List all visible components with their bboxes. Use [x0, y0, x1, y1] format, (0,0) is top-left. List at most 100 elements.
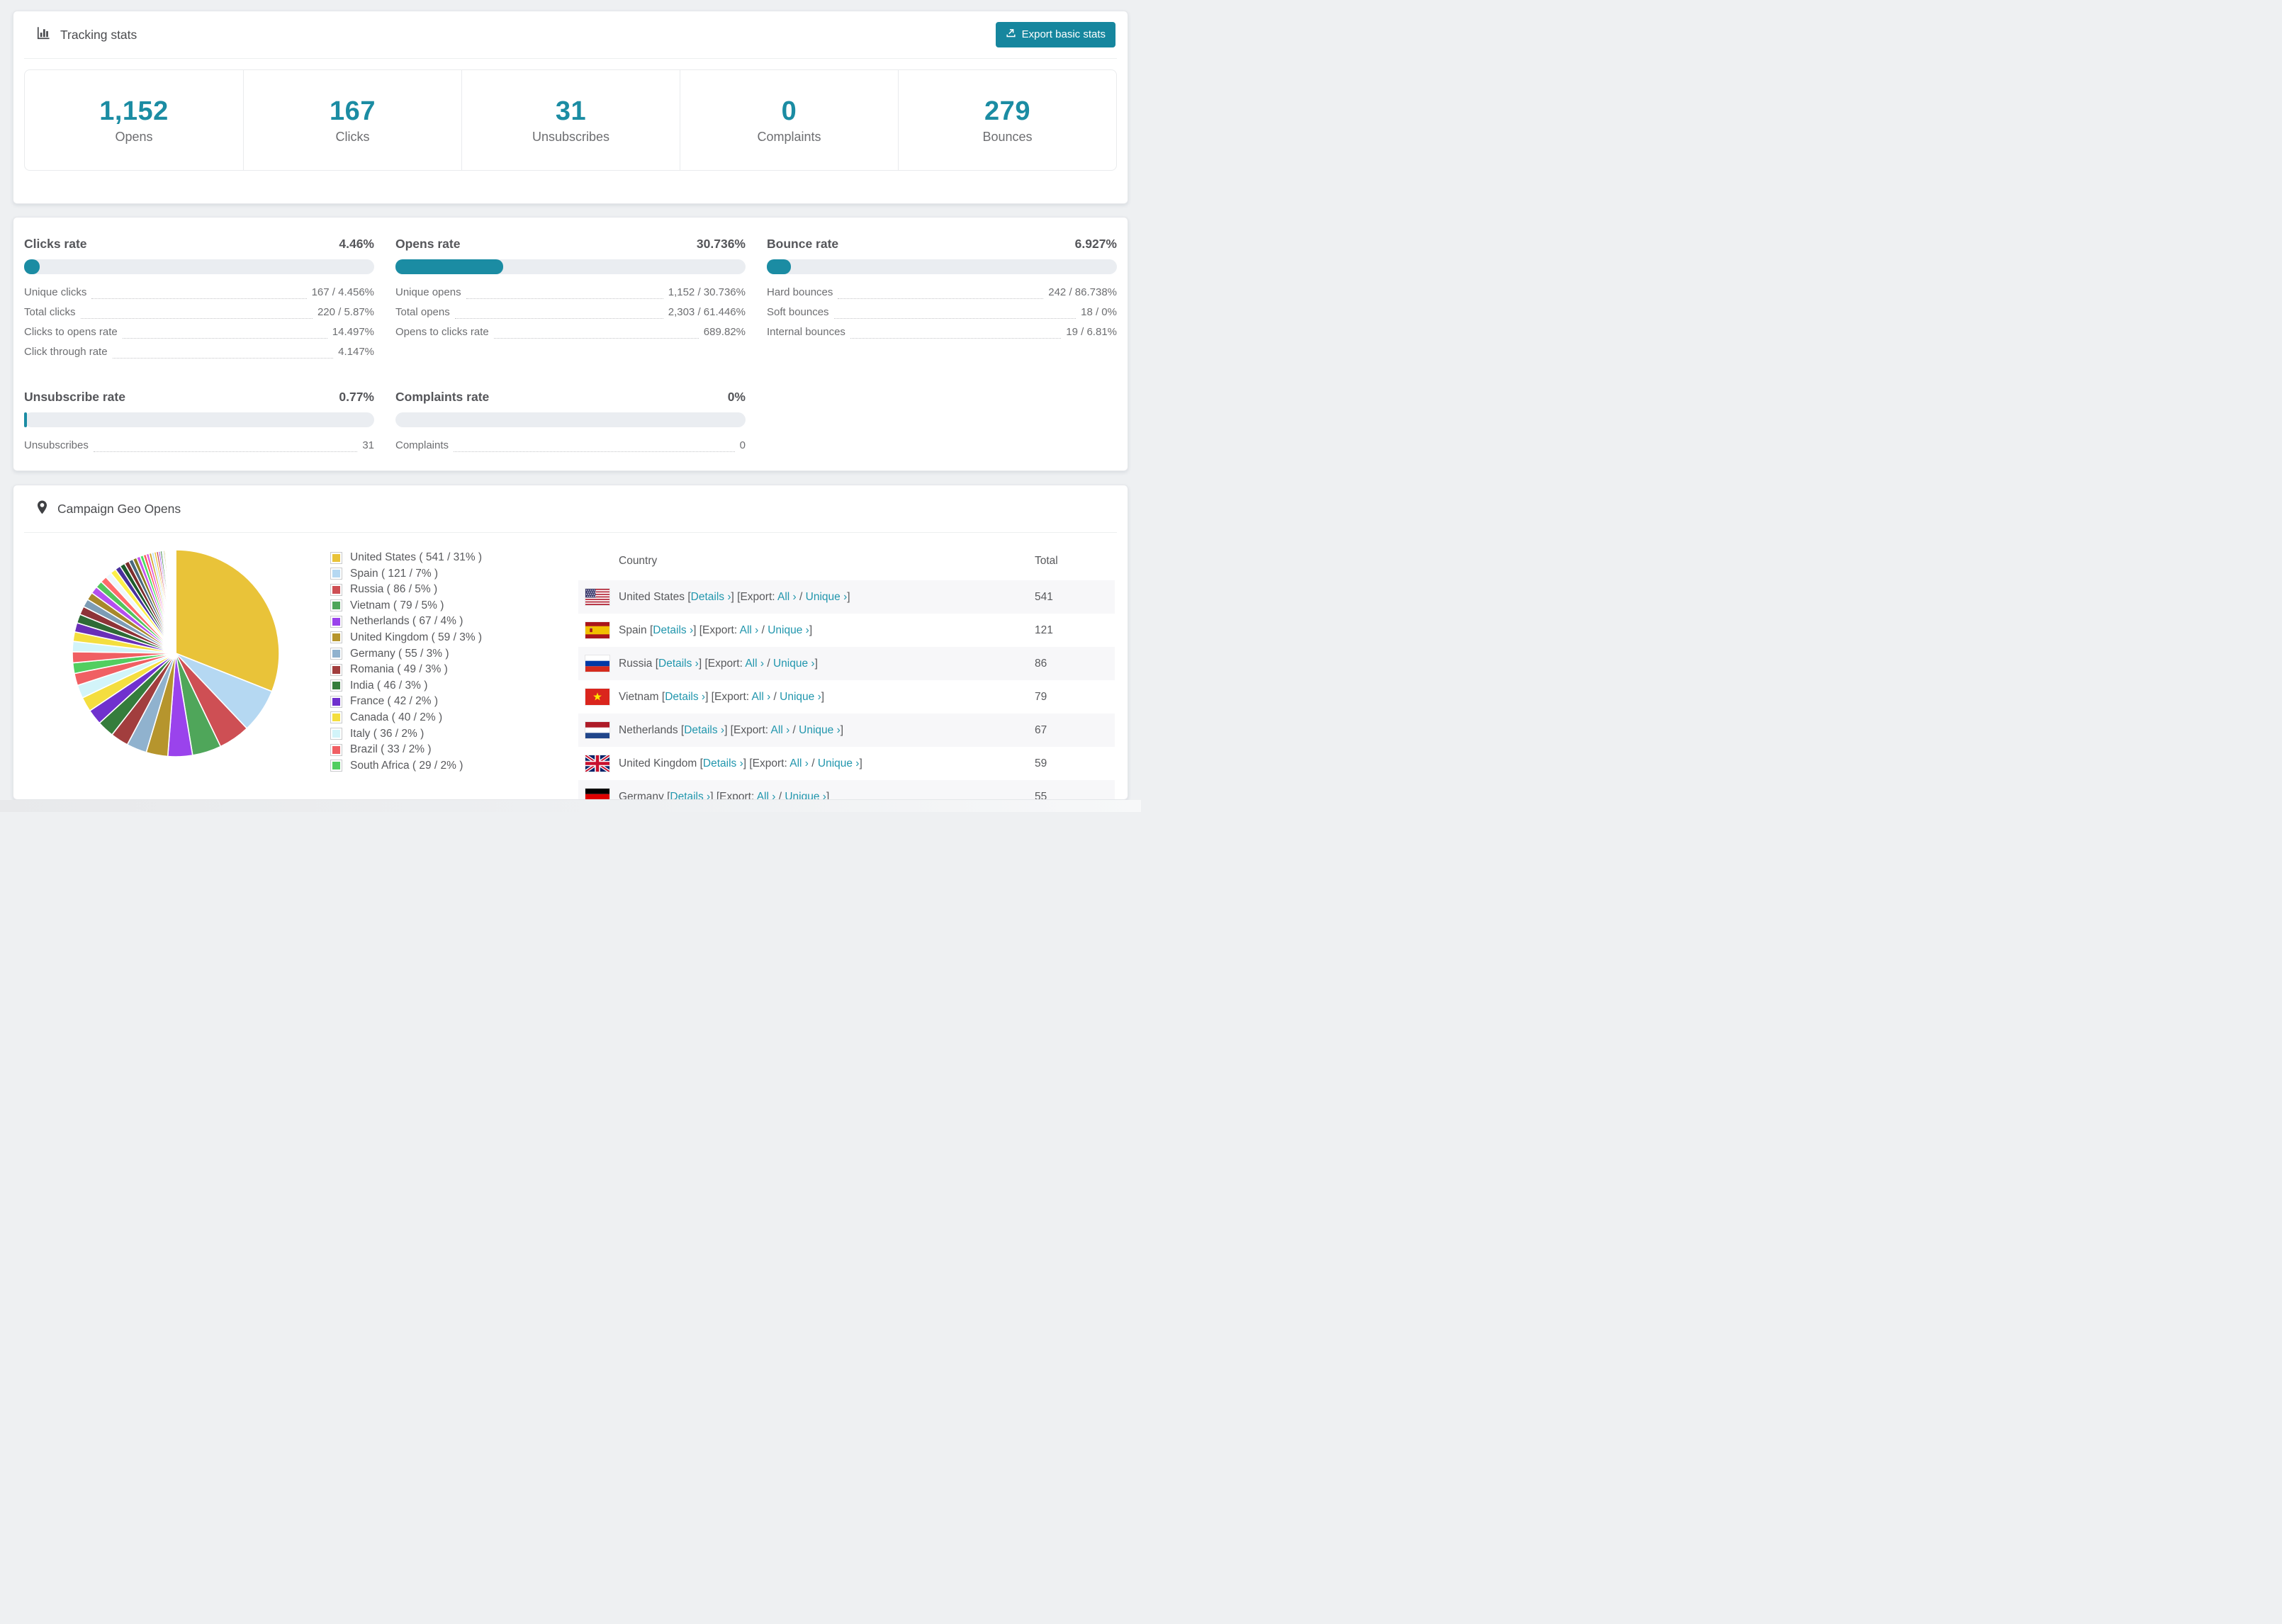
- tracking-stats-title-text: Tracking stats: [60, 27, 137, 42]
- legend-item-india: India ( 46 / 3% ): [330, 680, 482, 692]
- bracket: ]: [859, 757, 862, 769]
- rate-value: 0%: [727, 390, 746, 404]
- rate-detail-value: 31: [362, 439, 374, 451]
- dotted-leader: [112, 349, 334, 359]
- legend-item-russia: Russia ( 86 / 5% ): [330, 583, 482, 596]
- export-all-link[interactable]: All ›: [777, 591, 797, 603]
- geo-opens-card: Campaign Geo Opens United States ( 541 /…: [13, 485, 1128, 800]
- geo-opens-title: Campaign Geo Opens: [36, 500, 181, 519]
- details-link[interactable]: Details ›: [665, 691, 705, 703]
- legend-item-vietnam: Vietnam ( 79 / 5% ): [330, 599, 482, 612]
- rate-progress-bar: [767, 259, 1117, 274]
- summary-value: 167: [330, 96, 376, 126]
- slash: /: [770, 690, 780, 703]
- legend-label: South Africa ( 29 / 2% ): [350, 759, 463, 772]
- rate-title: Bounce rate: [767, 237, 839, 251]
- rate-rows: Unique clicks 167 / 4.456% Total clicks 220…: [24, 286, 374, 359]
- legend-label: Spain ( 121 / 7% ): [350, 567, 439, 580]
- export-all-link[interactable]: All ›: [757, 791, 776, 800]
- export-unique-link[interactable]: Unique ›: [780, 691, 821, 703]
- legend-label: France ( 42 / 2% ): [350, 695, 439, 708]
- legend-label: Russia ( 86 / 5% ): [350, 583, 438, 596]
- legend-swatch: [330, 663, 342, 676]
- rate-detail-label: Clicks to opens rate: [24, 326, 118, 338]
- details-link[interactable]: Details ›: [653, 624, 693, 636]
- summary-grid: 1,152 Opens 167 Clicks 31 Unsubscribes 0 Compla…: [24, 69, 1117, 171]
- geo-content: United States ( 541 / 31% ) Spain ( 121 /…: [13, 533, 1128, 799]
- legend-swatch: [330, 599, 342, 612]
- export-all-link[interactable]: All ›: [789, 757, 809, 769]
- slash: /: [764, 657, 773, 670]
- export-unique-link[interactable]: Unique ›: [799, 724, 841, 736]
- dotted-leader: [454, 442, 735, 452]
- rate-head: Opens rate 30.736%: [395, 237, 746, 252]
- dotted-leader: [838, 289, 1044, 299]
- summary-label: Unsubscribes: [532, 129, 610, 144]
- export-icon: [1006, 28, 1016, 41]
- slash: /: [796, 590, 806, 603]
- legend-item-france: France ( 42 / 2% ): [330, 695, 482, 708]
- details-link[interactable]: Details ›: [703, 757, 743, 769]
- bracket: ]: [826, 790, 830, 800]
- bracket: ]: [840, 723, 844, 736]
- geo-row-united-kingdom: United Kingdom [Details ›] [Export: All …: [578, 747, 1115, 780]
- legend-label: United States ( 541 / 31% ): [350, 551, 483, 563]
- rate-head: Unsubscribe rate 0.77%: [24, 390, 374, 405]
- export-all-link[interactable]: All ›: [752, 691, 771, 703]
- rate-detail-label: Total opens: [395, 306, 450, 318]
- details-link[interactable]: Details ›: [670, 791, 710, 800]
- rate-detail-row: Unique opens 1,152 / 30.736%: [395, 286, 746, 299]
- legend-label: India ( 46 / 3% ): [350, 679, 428, 692]
- rate-progress-bar: [395, 412, 746, 427]
- export-all-link[interactable]: All ›: [771, 724, 790, 736]
- legend-label: Germany ( 55 / 3% ): [350, 647, 449, 660]
- legend-item-canada: Canada ( 40 / 2% ): [330, 711, 482, 724]
- summary-card-unsubscribes: 31 Unsubscribes: [461, 70, 680, 170]
- export-all-link[interactable]: All ›: [745, 658, 764, 670]
- legend-item-south-africa: South Africa ( 29 / 2% ): [330, 760, 482, 772]
- legend-swatch: [330, 648, 342, 660]
- export-unique-link[interactable]: Unique ›: [818, 757, 860, 769]
- details-link[interactable]: Details ›: [691, 591, 731, 603]
- legend-label: Italy ( 36 / 2% ): [350, 727, 425, 740]
- details-link[interactable]: Details ›: [684, 724, 724, 736]
- geo-country-name: Germany: [619, 790, 668, 800]
- dotted-leader: [466, 289, 663, 299]
- rate-progress-bar: [24, 259, 374, 274]
- export-all-link[interactable]: All ›: [740, 624, 759, 636]
- export-unique-link[interactable]: Unique ›: [768, 624, 809, 636]
- export-basic-stats-label: Export basic stats: [1021, 28, 1106, 40]
- rate-detail-row: Opens to clicks rate 689.82%: [395, 326, 746, 339]
- rate-detail-label: Click through rate: [24, 346, 108, 358]
- rate-progress-fill: [24, 412, 27, 427]
- rate-title: Unsubscribe rate: [24, 390, 125, 404]
- geo-country-cell: United Kingdom [Details ›] [Export: All …: [619, 757, 1035, 770]
- rate-value: 6.927%: [1074, 237, 1117, 251]
- rate-progress-fill: [24, 259, 40, 274]
- export-basic-stats-button[interactable]: Export basic stats: [995, 22, 1115, 47]
- bracket: ] [Export:: [724, 723, 771, 736]
- rate-detail-label: Hard bounces: [767, 286, 833, 298]
- dotted-leader: [833, 309, 1077, 319]
- rate-detail-label: Total clicks: [24, 306, 76, 318]
- bar-chart-icon: [36, 26, 51, 44]
- rate-detail-row: Clicks to opens rate 14.497%: [24, 326, 374, 339]
- rate-detail-value: 167 / 4.456%: [311, 286, 374, 298]
- export-unique-link[interactable]: Unique ›: [785, 791, 826, 800]
- details-link[interactable]: Details ›: [658, 658, 699, 670]
- dotted-leader: [80, 309, 313, 319]
- bracket: ]: [821, 690, 825, 703]
- rate-title: Complaints rate: [395, 390, 490, 404]
- rate-detail-label: Internal bounces: [767, 326, 845, 338]
- legend-item-united-kingdom: United Kingdom ( 59 / 3% ): [330, 631, 482, 644]
- dotted-leader: [493, 329, 699, 339]
- legend-swatch: [330, 728, 342, 740]
- export-unique-link[interactable]: Unique ›: [806, 591, 848, 603]
- rate-rows: Hard bounces 242 / 86.738% Soft bounces 18 …: [767, 286, 1117, 339]
- location-pin-icon: [36, 500, 48, 519]
- slash: /: [775, 790, 785, 800]
- geo-total-cell: 121: [1035, 624, 1053, 636]
- geo-country-name: Russia: [619, 657, 656, 670]
- geo-table-body: United States [Details ›] [Export: All ›…: [578, 580, 1115, 800]
- export-unique-link[interactable]: Unique ›: [773, 658, 815, 670]
